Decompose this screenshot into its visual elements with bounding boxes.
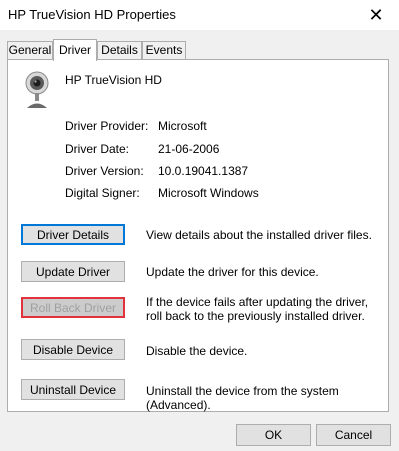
driver-version-value: 10.0.19041.1387 [158, 164, 249, 178]
tab-general[interactable]: General [7, 41, 53, 60]
update-driver-button[interactable]: Update Driver [21, 261, 125, 282]
close-button[interactable]: ✕ [353, 0, 399, 30]
driver-version-label: Driver Version: [65, 164, 144, 178]
cancel-button[interactable]: Cancel [316, 424, 391, 446]
webcam-icon [25, 71, 49, 108]
driver-panel: HP TrueVision HD Driver Provider: Micros… [7, 59, 389, 412]
properties-dialog: General Driver Details Events HP TrueVis… [0, 30, 399, 451]
roll-back-driver-description: If the device fails after updating the d… [146, 295, 369, 323]
uninstall-device-description: Uninstall the device from the system (Ad… [146, 384, 339, 412]
driver-date-value: 21-06-2006 [158, 142, 220, 156]
close-icon: ✕ [368, 4, 384, 25]
driver-details-description: View details about the installed driver … [146, 228, 372, 242]
title-bar: HP TrueVision HD Properties ✕ [0, 0, 399, 30]
driver-date-label: Driver Date: [65, 142, 130, 156]
driver-details-button[interactable]: Driver Details [21, 224, 125, 245]
disable-device-button[interactable]: Disable Device [21, 339, 125, 360]
disable-device-description: Disable the device. [146, 344, 248, 358]
window-title: HP TrueVision HD Properties [8, 7, 176, 22]
tab-events[interactable]: Events [142, 41, 186, 60]
digital-signer-value: Microsoft Windows [158, 186, 259, 200]
digital-signer-label: Digital Signer: [65, 186, 140, 200]
update-driver-description: Update the driver for this device. [146, 265, 319, 279]
uninstall-device-button[interactable]: Uninstall Device [21, 379, 125, 400]
ok-button[interactable]: OK [236, 424, 311, 446]
driver-provider-value: Microsoft [158, 119, 207, 133]
tab-details[interactable]: Details [97, 41, 142, 60]
driver-provider-label: Driver Provider: [65, 119, 149, 133]
device-name: HP TrueVision HD [65, 73, 162, 87]
tab-driver[interactable]: Driver [53, 39, 97, 61]
roll-back-driver-button[interactable]: Roll Back Driver [21, 297, 125, 318]
